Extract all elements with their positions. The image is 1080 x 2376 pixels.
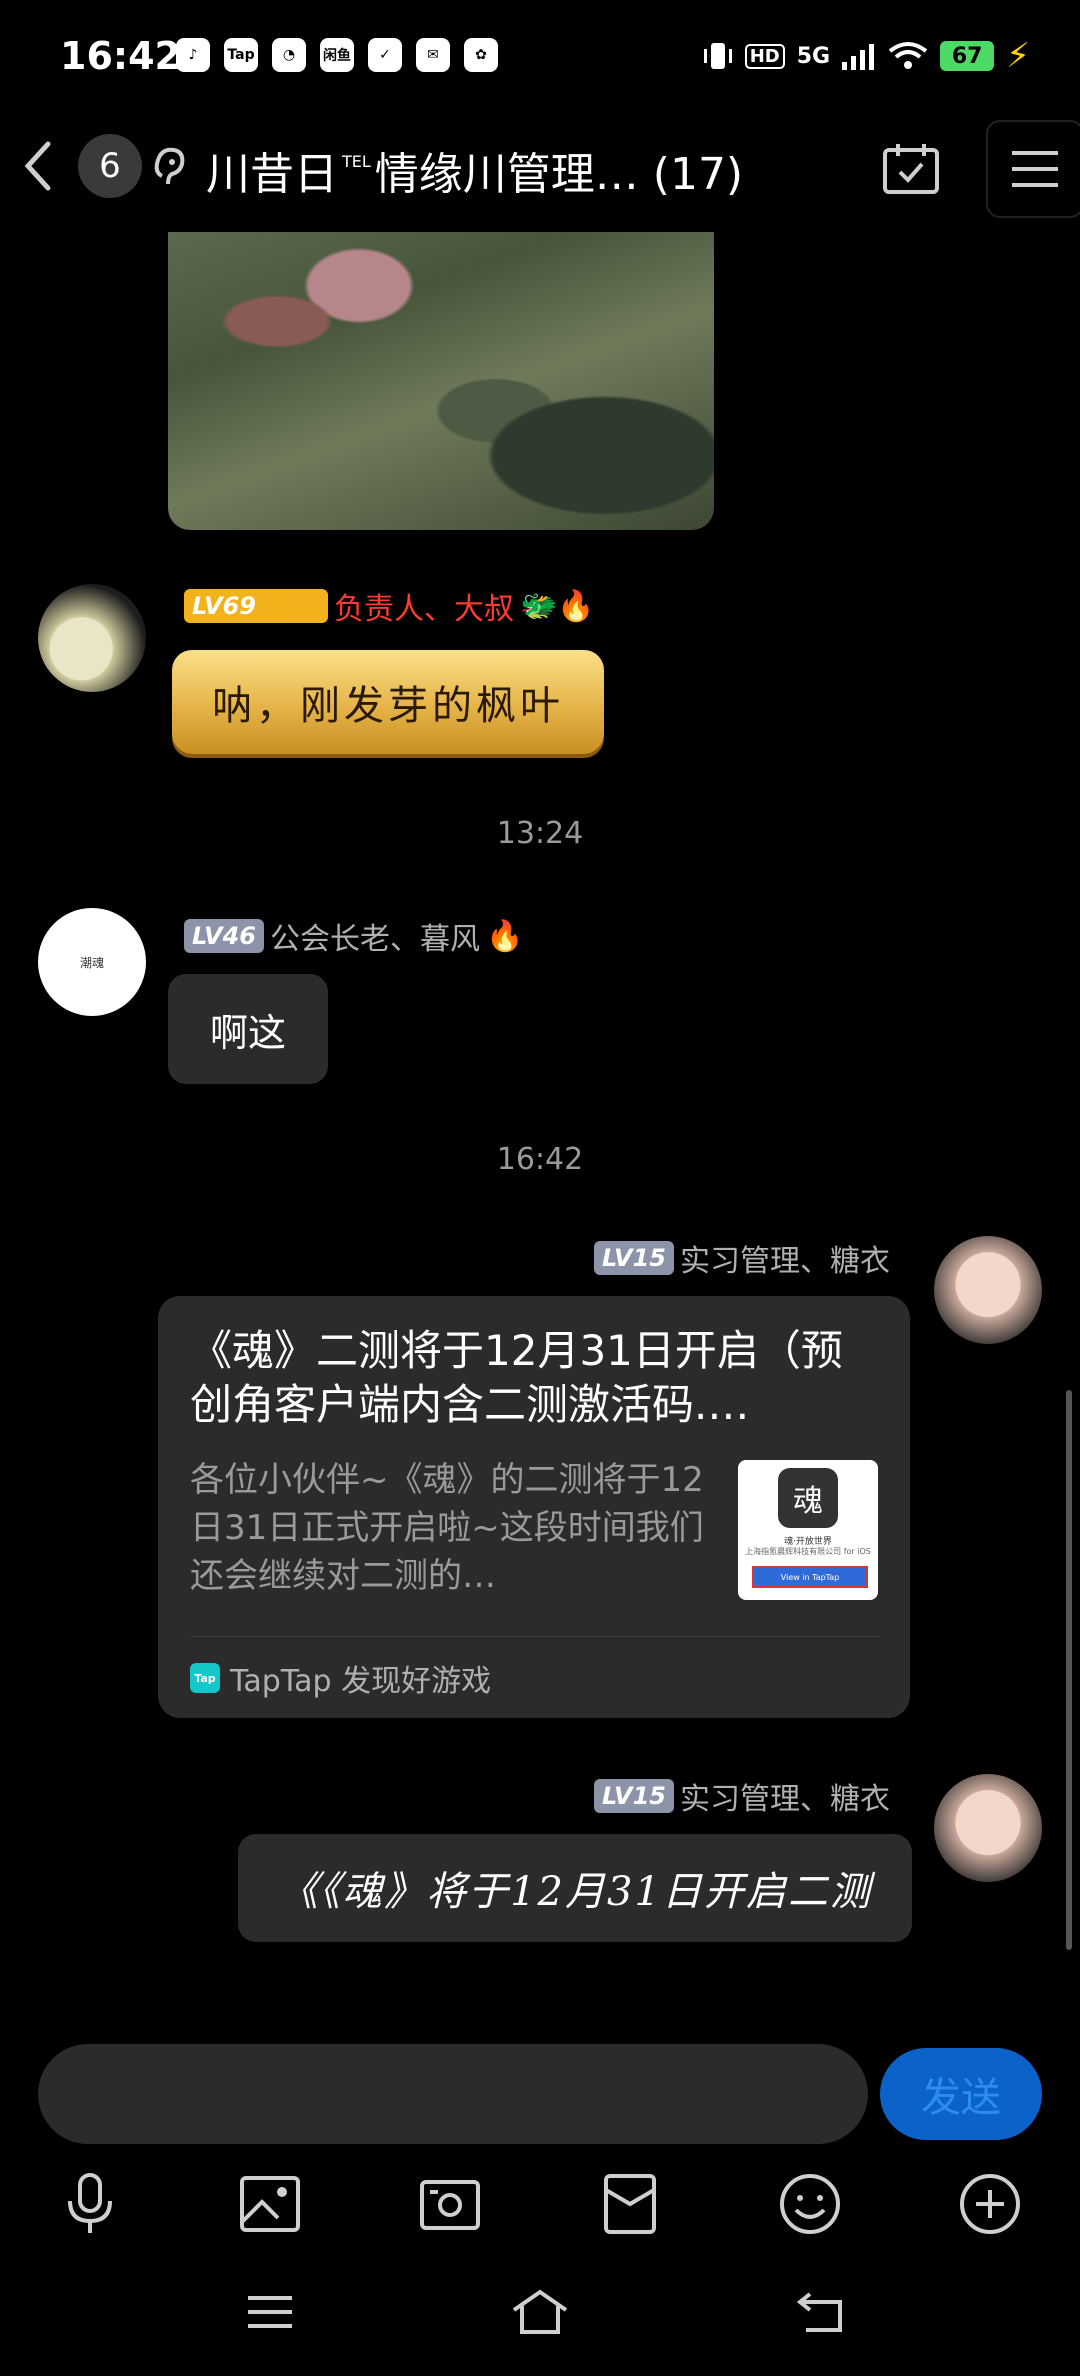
message-bubble-golden[interactable]: 呐，刚发芽的枫叶 (172, 650, 604, 754)
level-badge: LV69 群主 (184, 589, 328, 627)
sender-name[interactable]: 实习管理、糖衣 (680, 1236, 890, 1280)
charging-icon: ⚡ (1006, 36, 1030, 76)
back-button[interactable] (14, 134, 62, 198)
sender-name[interactable]: 实习管理、糖衣 (680, 1774, 890, 1818)
card-divider (190, 1636, 880, 1637)
signal-bars-icon (842, 44, 875, 70)
time-separator: 13:24 (496, 816, 584, 851)
status-indicators: HD 5G 67 ⚡ (703, 36, 1030, 76)
sender-line-self: LV15 实习管理、糖衣 (594, 1236, 890, 1280)
avatar-elder[interactable]: 潮魂 (38, 908, 146, 1016)
home-icon (512, 2289, 568, 2334)
owner-role-badge: 群主 (259, 592, 320, 627)
card-title: 《魂》二测将于12月31日开启（预创角客户端内含二测激活码.… (190, 1326, 843, 1429)
unread-count-badge[interactable]: 6 (78, 134, 142, 198)
avatar-self[interactable] (934, 1236, 1042, 1344)
message-bubble[interactable]: 《《魂》将于12月31日开启二测 (238, 1834, 912, 1942)
wechat-icon: ✿ (464, 38, 498, 72)
earpiece-mode-icon[interactable] (150, 142, 190, 190)
hamburger-icon (248, 2296, 292, 2328)
check-app-icon: ✓ (368, 38, 402, 72)
card-thumbnail: 魂 魂·开放世界 上海指氪晨辉科技有限公司 for iOS View in Ta… (738, 1460, 878, 1600)
chevron-left-icon (24, 141, 51, 191)
speedometer-icon: ◔ (272, 38, 306, 72)
scrollbar[interactable] (1066, 1390, 1072, 1950)
message-input[interactable] (38, 2044, 868, 2144)
thumb-company: 上海指氪晨辉科技有限公司 for iOS (745, 1547, 871, 1556)
return-icon (796, 2292, 842, 2332)
red-packet-button[interactable] (590, 2164, 670, 2244)
card-source-label: TapTap 发现好游戏 (230, 1664, 492, 1699)
card-source: Tap TapTap 发现好游戏 (190, 1656, 491, 1700)
sender-line-owner: LV69 群主 负责人、大叔 🐲🔥 (184, 584, 595, 628)
taptap-logo-icon: Tap (190, 1663, 220, 1693)
gallery-button[interactable] (230, 2164, 310, 2244)
send-button[interactable]: 发送 (880, 2048, 1042, 2140)
avatar-owner[interactable] (38, 584, 146, 692)
plus-circle-icon (960, 2174, 1020, 2234)
hamburger-icon (1012, 151, 1058, 187)
title-rest: 情缘川管理… (17) (374, 149, 744, 200)
status-app-icons: ♪ Tap ◔ 闲鱼 ✓ ✉ ✿ (176, 38, 498, 72)
camera-button[interactable] (410, 2164, 490, 2244)
level-text: LV69 (192, 592, 256, 620)
title-superscript: TEL (342, 152, 371, 171)
sender-name[interactable]: 公会长老、暮风 (270, 914, 480, 958)
maple-sprout-photo[interactable] (168, 232, 714, 530)
hd-badge: HD (744, 43, 785, 69)
fire-emoji: 🔥 (485, 918, 524, 954)
vibrate-icon (703, 43, 732, 69)
emoji-button[interactable] (770, 2164, 850, 2244)
avatar-self[interactable] (934, 1774, 1042, 1882)
sender-line-self: LV15 实习管理、糖衣 (594, 1774, 890, 1818)
dragon-fire-emoji: 🐲🔥 (519, 588, 595, 624)
chat-title[interactable]: 川昔日 TEL情缘川管理… (17) (206, 138, 743, 202)
tiktok-icon: ♪ (176, 38, 210, 72)
sender-line-elder: LV46 公会长老、暮风 🔥 (184, 914, 523, 958)
card-description: 各位小伙伴~《魂》的二测将于12日31日正式开启啦~这段时间我们还会继续对二测的… (190, 1460, 704, 1596)
smiley-icon (780, 2174, 840, 2234)
nav-back-button[interactable] (784, 2282, 864, 2342)
xianyu-icon: 闲鱼 (320, 38, 354, 72)
level-badge: LV15 (594, 1779, 674, 1813)
nav-home-button[interactable] (500, 2282, 580, 2342)
mail-icon: ✉ (416, 38, 450, 72)
calendar-check-icon[interactable] (880, 140, 942, 198)
title-main: 川昔日 (206, 149, 338, 200)
level-badge: LV15 (594, 1241, 674, 1275)
more-button[interactable] (950, 2164, 1030, 2244)
message-bubble[interactable]: 啊这 (168, 974, 328, 1084)
signal-label: 5G (796, 43, 831, 69)
shared-link-card[interactable]: 《魂》二测将于12月31日开启（预创角客户端内含二测激活码.… 各位小伙伴~《魂… (158, 1296, 910, 1718)
menu-button[interactable] (986, 120, 1080, 218)
status-time: 16:42 (60, 34, 181, 78)
sender-name[interactable]: 负责人、大叔 (334, 584, 514, 628)
image-icon (240, 2176, 300, 2232)
camera-icon (420, 2180, 480, 2230)
time-separator: 16:42 (496, 1142, 584, 1177)
red-packet-icon (604, 2174, 656, 2234)
microphone-icon (68, 2173, 112, 2233)
battery-icon: 67 (940, 41, 995, 71)
nav-menu-button[interactable] (230, 2282, 310, 2342)
game-app-icon: 魂 (778, 1468, 838, 1528)
thumb-button: View in TapTap (752, 1566, 868, 1588)
wifi-icon (888, 42, 928, 69)
level-badge: LV46 (184, 919, 264, 953)
voice-button[interactable] (50, 2164, 130, 2244)
taptap-icon: Tap (224, 38, 258, 72)
